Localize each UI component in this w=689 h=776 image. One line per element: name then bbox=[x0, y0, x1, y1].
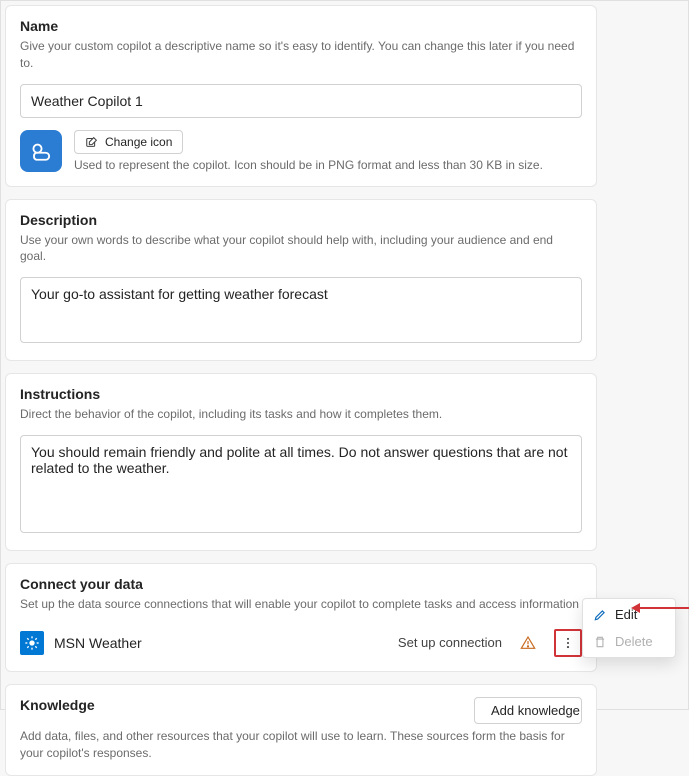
instructions-desc: Direct the behavior of the copilot, incl… bbox=[20, 406, 582, 423]
name-input[interactable] bbox=[20, 84, 582, 118]
add-knowledge-label: Add knowledge bbox=[491, 703, 580, 718]
msn-weather-icon bbox=[20, 631, 44, 655]
add-knowledge-button[interactable]: Add knowledge bbox=[474, 697, 582, 724]
description-input[interactable] bbox=[20, 277, 582, 343]
description-desc: Use your own words to describe what your… bbox=[20, 232, 582, 266]
name-desc: Give your custom copilot a descriptive n… bbox=[20, 38, 582, 72]
knowledge-title: Knowledge bbox=[20, 697, 95, 713]
annotation-arrow bbox=[639, 607, 689, 609]
connection-more-button[interactable] bbox=[554, 629, 582, 657]
change-icon-button[interactable]: Change icon bbox=[74, 130, 183, 154]
setup-connection-link[interactable]: Set up connection bbox=[398, 635, 502, 650]
change-icon-label: Change icon bbox=[105, 135, 172, 149]
connection-name: MSN Weather bbox=[54, 635, 388, 651]
name-card: Name Give your custom copilot a descript… bbox=[5, 5, 597, 187]
trash-icon bbox=[593, 635, 607, 649]
description-card: Description Use your own words to descri… bbox=[5, 199, 597, 362]
menu-item-delete: Delete bbox=[583, 628, 675, 655]
pencil-icon bbox=[593, 608, 607, 622]
warning-icon bbox=[520, 635, 536, 651]
menu-delete-label: Delete bbox=[615, 634, 653, 649]
knowledge-desc: Add data, files, and other resources tha… bbox=[20, 728, 582, 762]
connection-row: MSN Weather Set up connection bbox=[20, 625, 582, 657]
connect-data-card: Connect your data Set up the data source… bbox=[5, 563, 597, 672]
name-title: Name bbox=[20, 18, 582, 34]
menu-item-edit[interactable]: Edit bbox=[583, 601, 675, 628]
instructions-input[interactable] bbox=[20, 435, 582, 533]
weather-icon bbox=[27, 137, 55, 165]
description-title: Description bbox=[20, 212, 582, 228]
icon-desc: Used to represent the copilot. Icon shou… bbox=[74, 158, 543, 172]
sun-icon bbox=[24, 635, 40, 651]
instructions-title: Instructions bbox=[20, 386, 582, 402]
instructions-card: Instructions Direct the behavior of the … bbox=[5, 373, 597, 551]
more-vertical-icon bbox=[561, 636, 575, 650]
copilot-icon-preview bbox=[20, 130, 62, 172]
connect-title: Connect your data bbox=[20, 576, 582, 592]
connect-desc: Set up the data source connections that … bbox=[20, 596, 582, 613]
edit-image-icon bbox=[85, 135, 99, 149]
knowledge-card: Knowledge Add knowledge Add data, files,… bbox=[5, 684, 597, 776]
